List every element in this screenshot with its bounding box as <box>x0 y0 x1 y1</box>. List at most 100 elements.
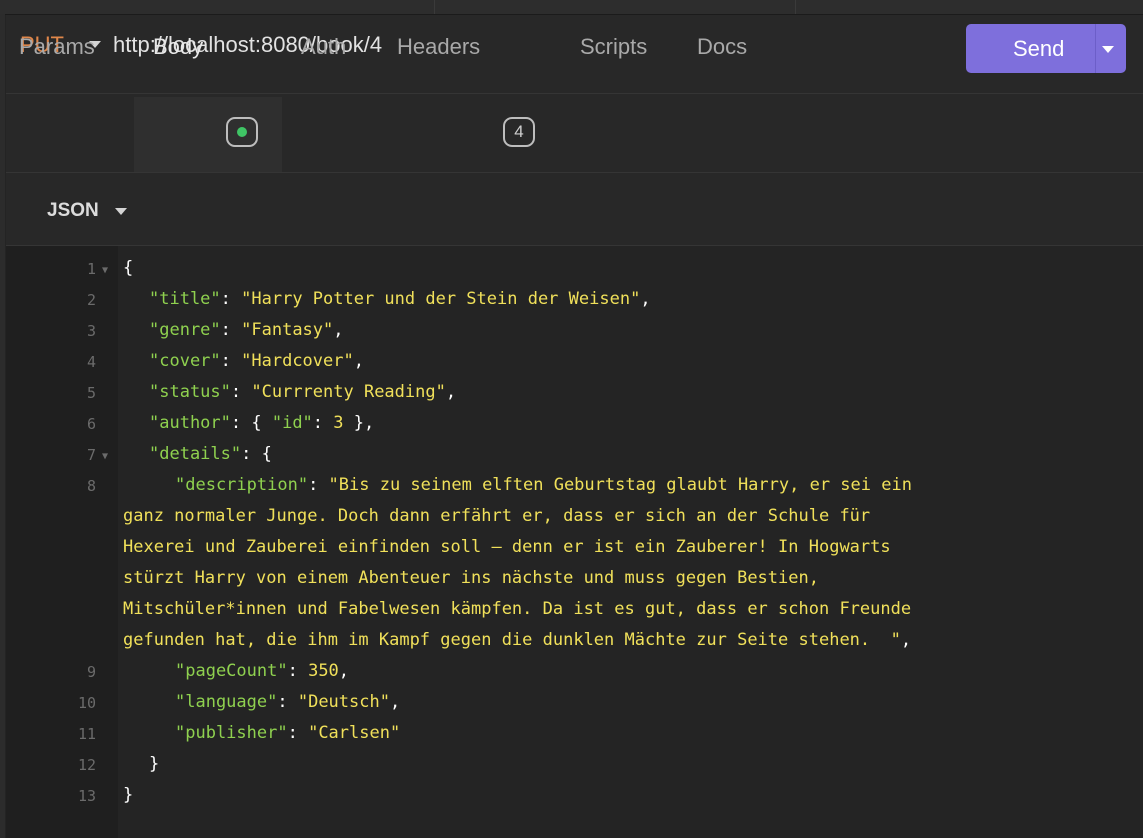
json-value: "Hardcover" <box>241 351 354 371</box>
json-key: "details" <box>149 444 242 464</box>
line-number: 12 <box>77 756 96 774</box>
tab-body[interactable]: Body <box>153 34 203 60</box>
json-value: stürzt Harry von einem Abenteuer ins näc… <box>123 568 819 588</box>
left-panel-edge <box>0 14 5 838</box>
code-line: "language": "Deutsch", <box>175 692 400 712</box>
json-value: Hexerei und Zauberei einfinden soll – de… <box>123 537 891 557</box>
fold-caret-icon[interactable]: ▼ <box>102 265 108 276</box>
json-punctuation: } <box>123 785 134 805</box>
json-value: Mitschüler*innen und Fabelwesen kämpfen.… <box>123 599 912 619</box>
line-number: 9 <box>86 663 96 681</box>
json-value: "Carlsen" <box>308 723 401 743</box>
code-line: Hexerei und Zauberei einfinden soll – de… <box>123 537 891 557</box>
line-number-gutter: 1 2 3 4 5 6 7 8 9 10 11 12 13 ▼ ▼ <box>6 246 118 838</box>
json-punctuation: , <box>389 692 401 712</box>
code-line: "cover": "Hardcover", <box>149 351 364 371</box>
json-key: "author" <box>149 413 231 433</box>
json-punctuation: : { <box>230 413 272 433</box>
tab-scripts[interactable]: Scripts <box>580 34 647 60</box>
line-number: 7 <box>86 446 96 464</box>
code-line: gefunden hat, die ihm im Kampf gegen die… <box>123 630 911 650</box>
json-punctuation: , <box>338 661 350 681</box>
chevron-down-icon[interactable] <box>1102 46 1114 53</box>
code-line: } <box>149 754 159 774</box>
json-punctuation: : <box>287 661 309 681</box>
body-status-badge <box>226 117 258 147</box>
headers-count-badge: 4 <box>503 117 535 147</box>
tab-docs[interactable]: Docs <box>697 34 747 60</box>
tab-divider <box>434 0 435 14</box>
send-button-label: Send <box>1013 36 1065 61</box>
json-punctuation: , <box>353 351 364 371</box>
json-key: "genre" <box>149 320 221 340</box>
json-punctuation: , <box>445 382 457 402</box>
json-punctuation: : <box>308 475 329 495</box>
code-line: "title": "Harry Potter und der Stein der… <box>149 289 651 309</box>
json-key: "status" <box>149 382 231 402</box>
line-number: 8 <box>86 477 96 495</box>
json-value: "Currrenty Reading" <box>251 382 446 402</box>
code-line: ganz normaler Junge. Doch dann erfährt e… <box>123 506 870 526</box>
json-value: gefunden hat, die ihm im Kampf gegen die… <box>123 630 901 650</box>
line-number: 13 <box>77 787 96 805</box>
json-punctuation: , <box>333 320 344 340</box>
json-value: "Bis zu seinem elften Geburtstag glaubt … <box>328 475 912 495</box>
json-punctuation: : { <box>241 444 272 464</box>
code-line: "genre": "Fantasy", <box>149 320 344 340</box>
code-line: Mitschüler*innen und Fabelwesen kämpfen.… <box>123 599 911 619</box>
json-key: "language" <box>175 692 278 712</box>
json-value: "Fantasy" <box>241 320 334 340</box>
line-number: 4 <box>86 353 96 371</box>
json-punctuation: : <box>312 413 334 433</box>
line-number: 2 <box>86 291 96 309</box>
json-punctuation: : <box>277 692 298 712</box>
line-number: 10 <box>77 694 96 712</box>
code-line: "status": "Currrenty Reading", <box>149 382 456 402</box>
json-key: "description" <box>175 475 309 495</box>
active-dot-icon <box>237 127 247 137</box>
body-format-selector[interactable]: JSON <box>47 200 99 222</box>
json-punctuation: : <box>230 382 252 402</box>
chevron-down-icon[interactable] <box>115 208 127 215</box>
json-punctuation: { <box>123 258 134 278</box>
json-value: 350 <box>308 661 339 681</box>
json-punctuation: : <box>287 723 309 743</box>
line-number: 1 <box>86 260 96 278</box>
send-divider <box>1095 24 1096 73</box>
code-line: "description": "Bis zu seinem elften Geb… <box>175 475 912 495</box>
json-key: "publisher" <box>175 723 288 743</box>
top-tab-strip <box>0 0 1143 15</box>
json-value: "Deutsch" <box>297 692 390 712</box>
json-body-editor[interactable]: { "title": "Harry Potter und der Stein d… <box>118 246 1143 838</box>
json-punctuation: : <box>220 351 242 371</box>
code-line: stürzt Harry von einem Abenteuer ins näc… <box>123 568 819 588</box>
code-line: { <box>123 258 133 278</box>
json-value: ganz normaler Junge. Doch dann erfährt e… <box>123 506 871 526</box>
json-punctuation: } <box>149 754 160 774</box>
tab-auth[interactable]: Auth <box>301 34 346 60</box>
line-number: 11 <box>77 725 96 743</box>
tab-divider <box>795 0 796 14</box>
json-value: "Harry Potter und der Stein der Weisen" <box>241 289 641 309</box>
json-punctuation: , <box>900 630 912 650</box>
json-key: "title" <box>149 289 221 309</box>
json-key: "id" <box>271 413 313 433</box>
code-line: } <box>123 785 133 805</box>
json-punctuation: : <box>220 289 242 309</box>
json-punctuation: }, <box>343 413 375 433</box>
json-value: 3 <box>333 413 344 433</box>
line-number: 6 <box>86 415 96 433</box>
code-line: "author": { "id": 3 }, <box>149 413 374 433</box>
tab-body-active-bg <box>134 97 282 172</box>
json-punctuation: , <box>640 289 651 309</box>
fold-caret-icon[interactable]: ▼ <box>102 451 108 462</box>
json-key: "cover" <box>149 351 221 371</box>
code-line: "publisher": "Carlsen" <box>175 723 400 743</box>
tab-headers[interactable]: Headers <box>397 34 480 60</box>
line-number: 5 <box>86 384 96 402</box>
tab-params[interactable]: Params <box>19 34 95 60</box>
send-button[interactable]: Send <box>966 24 1126 73</box>
json-punctuation: : <box>220 320 242 340</box>
headers-count: 4 <box>514 122 524 141</box>
json-key: "pageCount" <box>175 661 288 681</box>
